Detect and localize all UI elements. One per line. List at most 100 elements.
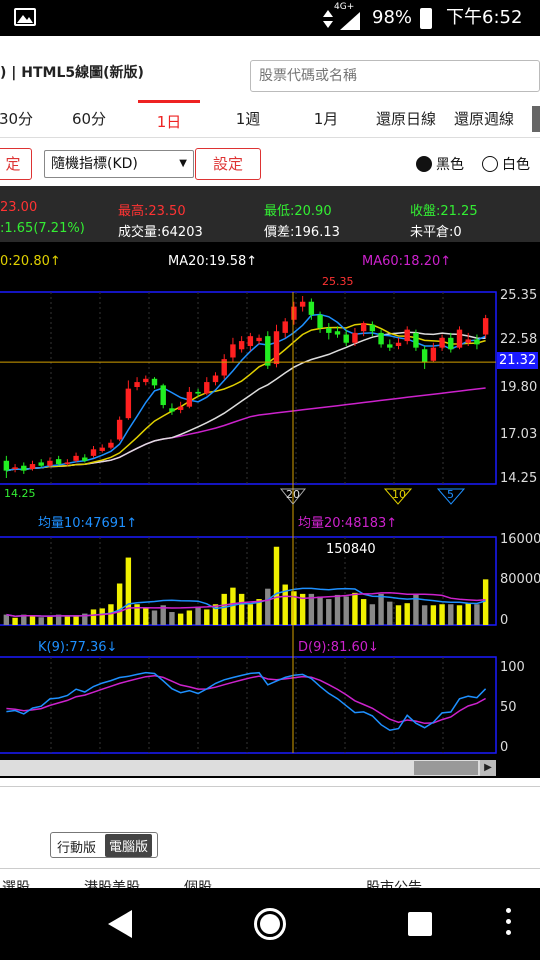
ma10-marker-label: 10 xyxy=(392,488,406,501)
volume-bar xyxy=(47,616,53,625)
d-label: D(9):81.60↓ xyxy=(298,640,379,655)
tab-daily[interactable]: 1日 xyxy=(138,100,200,138)
candle-body xyxy=(195,391,201,394)
signal-arrows-icon xyxy=(322,10,334,32)
chart-scrollbar[interactable]: ▶ xyxy=(0,760,496,776)
ma5-marker-label: 5 xyxy=(447,488,454,501)
volume-bar xyxy=(125,557,132,625)
indicator-select[interactable]: 隨機指標(KD) ▼ xyxy=(44,150,194,178)
indicator-select-value: 隨機指標(KD) xyxy=(51,156,138,172)
page-title: ) | HTML5線圖(新版) xyxy=(0,65,144,81)
volume-bar xyxy=(99,608,105,625)
k-line xyxy=(6,671,487,731)
candle-body xyxy=(169,408,175,412)
chart-canvas[interactable] xyxy=(0,186,540,778)
volume-bar xyxy=(204,609,210,625)
candle-body xyxy=(108,442,114,448)
volume-bar xyxy=(378,593,384,625)
candle-body xyxy=(291,306,297,320)
desktop-version-button[interactable]: 電腦版 xyxy=(105,834,153,857)
volume-bar xyxy=(326,599,332,625)
tab-30min[interactable]: 30分 xyxy=(0,100,42,138)
candle-body xyxy=(448,337,454,350)
link-stocks[interactable]: 個股 xyxy=(184,878,212,888)
tab-weekly[interactable]: 1週 xyxy=(222,100,274,138)
candle-body xyxy=(125,388,132,419)
price-axis-tick: 25.35 xyxy=(500,288,538,303)
volume-bar xyxy=(448,604,454,625)
volume-bar xyxy=(395,605,402,625)
divider xyxy=(0,786,540,787)
theme-black-radio[interactable] xyxy=(416,156,432,172)
candle-body xyxy=(421,349,428,363)
chart-controls: 定 隨機指標(KD) ▼ 設定 黑色 白色 xyxy=(0,142,540,186)
theme-white-radio[interactable] xyxy=(482,156,498,172)
back-icon[interactable] xyxy=(108,910,134,938)
kd-axis-tick: 50 xyxy=(500,700,517,715)
k-label: K(9):77.36↓ xyxy=(38,640,118,655)
theme-white-label: 白色 xyxy=(502,157,530,173)
volume-bars xyxy=(3,546,489,625)
volume-bar xyxy=(177,613,184,625)
candle-body xyxy=(299,301,306,307)
current-price-tag: 21.32 xyxy=(497,352,539,369)
settings-button[interactable]: 設定 xyxy=(195,148,261,180)
candle-body xyxy=(230,344,236,358)
price-axis-tick: 22.58 xyxy=(500,332,538,347)
candle-body xyxy=(430,347,437,361)
candle-body xyxy=(273,331,280,365)
volume-bar xyxy=(317,596,323,625)
clock: 下午6:52 xyxy=(446,7,523,28)
volume-bar xyxy=(273,546,280,625)
candles xyxy=(3,296,489,478)
candle-body xyxy=(160,385,166,406)
mobile-version-button[interactable]: 行動版 xyxy=(57,837,96,856)
volume-bar xyxy=(195,606,201,625)
volume-ma10-label: 均量10:47691↑ xyxy=(38,516,138,531)
recents-icon[interactable] xyxy=(408,912,432,936)
price-axis-tick: 19.80 xyxy=(500,380,538,395)
candle-body xyxy=(82,457,88,461)
home-icon[interactable] xyxy=(254,908,286,940)
candle-body xyxy=(47,460,53,466)
candle-body xyxy=(378,332,384,345)
volume-bar xyxy=(387,601,393,625)
volume-bar xyxy=(73,615,79,625)
candle-body xyxy=(238,341,245,350)
volume-bar xyxy=(439,604,445,625)
tab-adjusted-daily[interactable]: 還原日線 xyxy=(368,100,444,138)
link-hk-us[interactable]: 港股美股 xyxy=(84,878,140,888)
stock-search-input[interactable] xyxy=(250,60,540,92)
candle-body xyxy=(38,462,44,466)
volume-bar xyxy=(456,605,463,625)
candle-body xyxy=(395,342,402,347)
link-announcements[interactable]: 股市公告 xyxy=(366,878,422,888)
candle-body xyxy=(334,331,341,335)
volume-bar xyxy=(404,603,410,625)
chart-scrollbar-thumb[interactable] xyxy=(414,761,478,775)
page-header: ) | HTML5線圖(新版) xyxy=(0,36,540,100)
settings-button-left[interactable]: 定 xyxy=(0,148,32,180)
volume-bar xyxy=(186,610,193,625)
candle-body xyxy=(134,382,140,387)
link-stock-picker[interactable]: 選股 xyxy=(2,878,30,888)
tab-adjusted-weekly[interactable]: 還原週線 xyxy=(446,100,522,138)
low-marker-label: 14.25 xyxy=(4,487,36,500)
more-icon[interactable] xyxy=(506,908,512,940)
candle-body xyxy=(282,321,288,333)
page-footer-area: 行動版 電腦版 選股 港股美股 個股 股市公告 xyxy=(0,778,540,888)
tab-monthly[interactable]: 1月 xyxy=(300,100,352,138)
scroll-right-icon[interactable]: ▶ xyxy=(480,760,496,776)
volume-bar xyxy=(12,617,18,625)
candle-body xyxy=(3,460,10,471)
candle-body xyxy=(99,447,105,451)
volume-bar xyxy=(3,614,10,625)
tab-60min[interactable]: 60分 xyxy=(62,100,116,138)
candle-body xyxy=(64,462,71,464)
candle-body xyxy=(360,323,367,332)
volume-bar xyxy=(29,615,36,625)
kd-lines xyxy=(6,671,487,731)
candle-body xyxy=(465,339,471,343)
ma20-line xyxy=(6,331,486,472)
volume-axis-tick: 0 xyxy=(500,613,509,628)
